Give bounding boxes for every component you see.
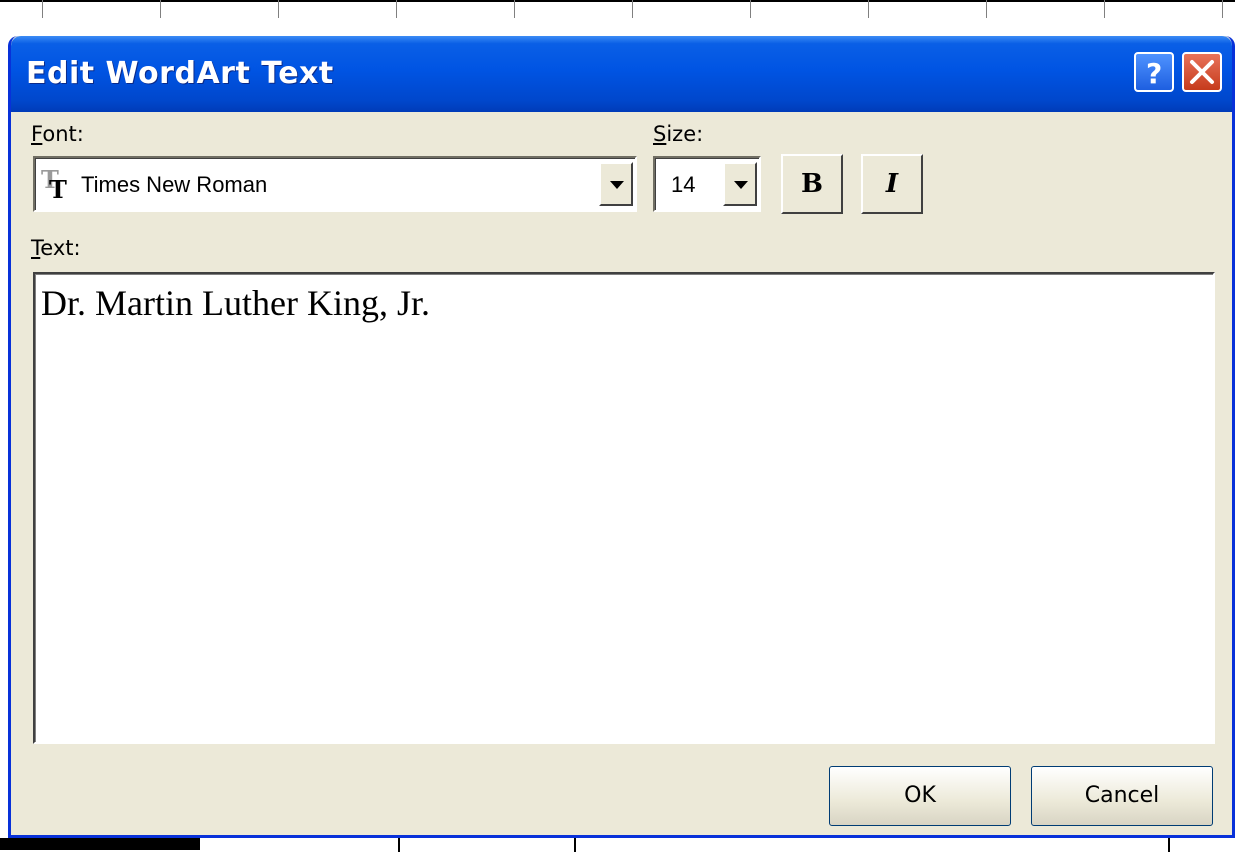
cancel-button[interactable]: Cancel xyxy=(1031,766,1213,826)
help-icon: ? xyxy=(1146,57,1162,90)
sheet-bottom-bar xyxy=(0,838,200,850)
text-label: Text: xyxy=(31,236,81,260)
font-label: Font: xyxy=(31,122,84,146)
chevron-down-icon xyxy=(734,181,748,189)
ok-button[interactable]: OK xyxy=(829,766,1011,826)
sheet-gridline xyxy=(398,838,400,852)
close-icon xyxy=(1190,60,1214,84)
help-button[interactable]: ? xyxy=(1134,52,1174,92)
font-select[interactable]: T T Times New Roman xyxy=(33,156,637,212)
sheet-gridline xyxy=(1222,0,1223,18)
size-label: Size: xyxy=(653,122,704,146)
bold-button[interactable]: B xyxy=(781,154,843,214)
font-value: Times New Roman xyxy=(81,172,268,197)
wordart-text-input[interactable]: Dr. Martin Luther King, Jr. xyxy=(33,272,1215,744)
edit-wordart-dialog: Edit WordArt Text ? Font: Size: T T Time… xyxy=(8,36,1235,838)
dialog-title: Edit WordArt Text xyxy=(26,56,334,91)
chevron-down-icon xyxy=(610,181,624,189)
wordart-text-value: Dr. Martin Luther King, Jr. xyxy=(41,283,430,323)
sheet-gridline xyxy=(42,0,43,18)
size-dropdown-button[interactable] xyxy=(723,162,757,206)
sheet-gridline xyxy=(986,0,987,18)
sheet-top-border xyxy=(0,0,1235,2)
sheet-gridline xyxy=(514,0,515,18)
sheet-gridline xyxy=(1168,838,1170,852)
svg-text:T: T xyxy=(49,175,67,204)
dialog-titlebar[interactable]: Edit WordArt Text ? xyxy=(11,36,1232,112)
sheet-gridline xyxy=(750,0,751,18)
italic-button[interactable]: I xyxy=(861,154,923,214)
close-button[interactable] xyxy=(1182,52,1222,92)
sheet-gridline xyxy=(632,0,633,18)
font-dropdown-button[interactable] xyxy=(599,162,633,206)
sheet-gridline xyxy=(574,838,576,852)
truetype-icon: T T xyxy=(41,168,67,204)
size-select[interactable]: 14 xyxy=(653,156,761,212)
sheet-gridline xyxy=(278,0,279,18)
sheet-gridline xyxy=(868,0,869,18)
size-value: 14 xyxy=(671,172,696,197)
sheet-gridline xyxy=(160,0,161,18)
svg-text:?: ? xyxy=(1146,57,1162,90)
sheet-gridline xyxy=(396,0,397,18)
sheet-gridline xyxy=(1104,0,1105,18)
